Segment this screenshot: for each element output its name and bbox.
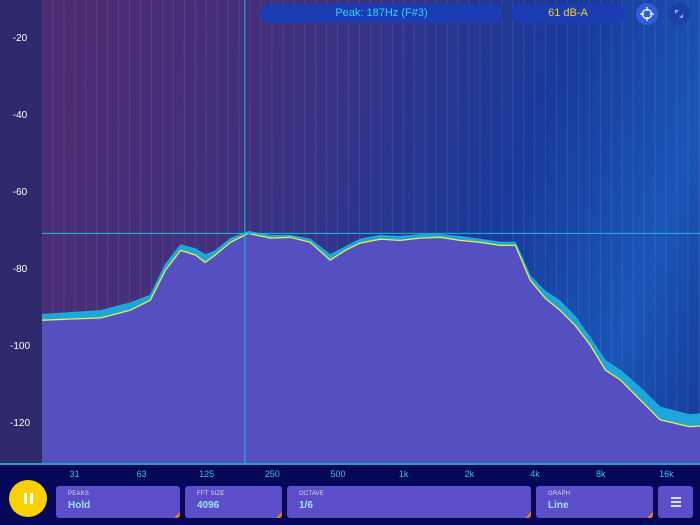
y-tick-label: -60: [12, 186, 28, 198]
y-tick-label: -120: [9, 418, 30, 430]
level-readout: 61 dB-A: [511, 4, 625, 23]
x-tick-label: 2k: [464, 469, 475, 479]
x-tick-label: 4k: [530, 469, 540, 479]
pause-button[interactable]: [9, 480, 47, 517]
control-value: Hold: [68, 500, 91, 511]
peaks-control[interactable]: PEAKS Hold: [56, 486, 180, 518]
x-tick-label: 16k: [659, 469, 674, 479]
fft-size-control[interactable]: FFT SIZE 4096: [185, 486, 282, 518]
dropdown-corner-icon: [525, 512, 531, 518]
y-tick-label: -100: [9, 341, 30, 353]
spectrum-svg: [42, 0, 700, 463]
control-title: OCTAVE: [299, 491, 324, 497]
menu-button[interactable]: [658, 486, 693, 518]
crosshair-button[interactable]: [636, 3, 658, 25]
x-tick-label: 8k: [595, 469, 606, 479]
x-tick-label: 125: [199, 469, 215, 479]
pause-icon: [23, 493, 33, 504]
y-tick-label: -80: [12, 264, 28, 276]
control-value: 4096: [197, 500, 220, 511]
spectrum-plot[interactable]: [42, 0, 700, 463]
y-tick-label: -20: [12, 32, 28, 44]
crosshair-icon: [640, 7, 654, 21]
menu-icon: [670, 497, 681, 507]
level-label: 61 dB-A: [548, 7, 588, 19]
y-axis: -20 -40 -60 -80 -100 -120: [0, 0, 42, 463]
graph-control[interactable]: GRAPH Line: [536, 486, 653, 518]
dropdown-corner-icon: [647, 512, 653, 518]
expand-icon: [675, 10, 683, 18]
x-tick-label: 1k: [398, 469, 409, 479]
plot-baseline: [0, 463, 700, 465]
x-tick-label: 250: [264, 469, 280, 479]
y-tick-label: -40: [12, 109, 28, 121]
x-tick-label: 63: [136, 469, 147, 479]
octave-control[interactable]: OCTAVE 1/6: [287, 486, 531, 518]
x-tick-label: 31: [69, 469, 80, 479]
control-title: PEAKS: [68, 491, 90, 497]
dropdown-corner-icon: [174, 512, 180, 518]
peak-label: Peak: 187Hz (F#3): [335, 7, 428, 19]
control-title: FFT SIZE: [197, 491, 225, 497]
x-tick-label: 500: [330, 469, 346, 479]
control-value: Line: [548, 500, 569, 511]
dropdown-corner-icon: [276, 512, 282, 518]
control-value: 1/6: [299, 500, 313, 511]
control-title: GRAPH: [548, 491, 571, 497]
fullscreen-button[interactable]: [668, 3, 690, 25]
peak-readout: Peak: 187Hz (F#3): [260, 4, 503, 23]
